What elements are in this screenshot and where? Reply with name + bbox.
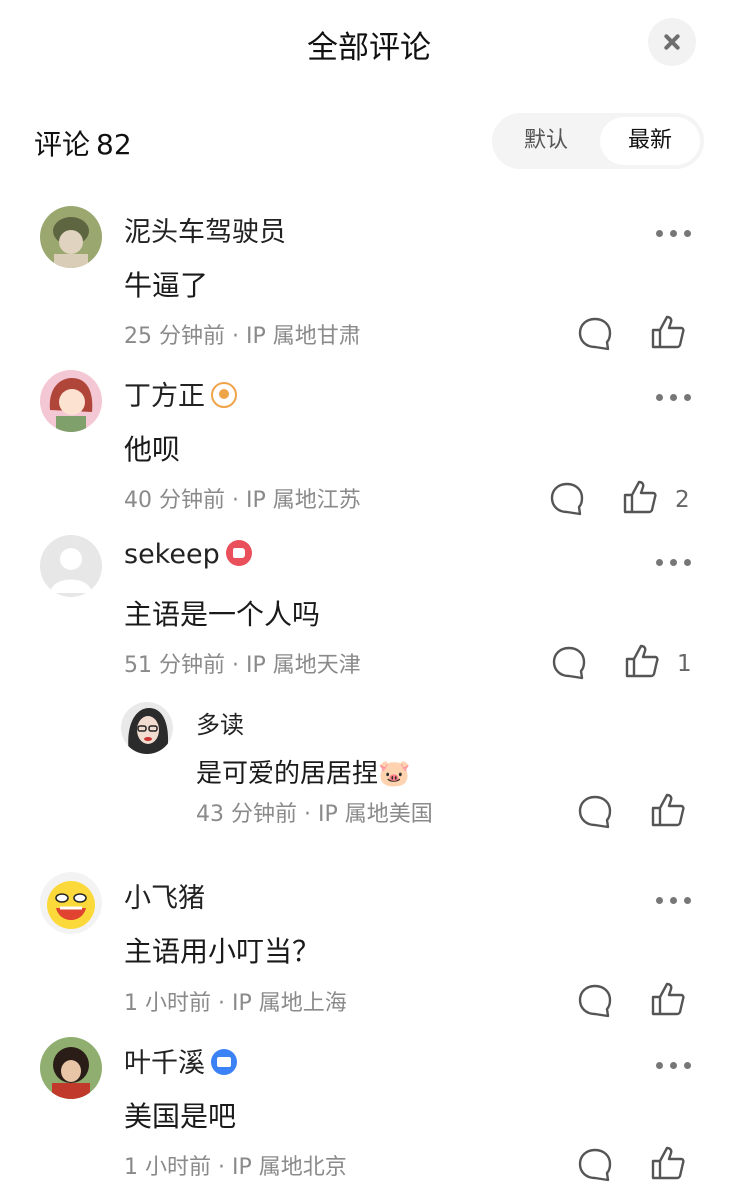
more-options-icon[interactable] [656,551,698,566]
reply-icon[interactable] [577,316,613,352]
reply-icon[interactable] [577,1147,613,1183]
comment-text: 是可爱的居居捏🐷 [196,759,411,789]
comment-meta: 1 小时前 · IP 属地北京 [124,1149,347,1181]
reply-icon[interactable] [551,645,587,681]
ip-location: IP 属地天津 [246,653,361,678]
meta-separator: · [218,1155,225,1180]
comment-text: 美国是吧 [124,1100,237,1133]
username-label: 叶千溪 [124,1048,205,1079]
username[interactable]: 多读 [196,705,244,740]
close-icon[interactable] [648,18,696,66]
sort-switch: 默认 最新 [492,113,704,169]
meta-separator: · [218,991,225,1016]
mail-badge-icon [211,1049,237,1075]
meta-separator: · [232,488,239,513]
reply-icon[interactable] [549,481,585,517]
username-label: 丁方正 [124,381,205,412]
like-icon[interactable] [622,479,658,515]
avatar[interactable] [121,702,173,754]
username[interactable]: sekeep [124,539,252,570]
more-options-icon[interactable] [656,889,698,904]
like-icon[interactable] [650,792,686,828]
comment-time: 51 分钟前 [124,653,225,678]
comment-meta: 40 分钟前 · IP 属地江苏 [124,482,361,514]
ip-location: IP 属地甘肃 [246,324,361,349]
comment-time: 25 分钟前 [124,324,225,349]
sort-default-button[interactable]: 默认 [492,113,600,169]
avatar[interactable] [40,206,102,268]
username[interactable]: 丁方正 [124,374,237,413]
like-badge-icon [225,540,252,566]
comment-text: 主语用小叮当？ [124,935,321,968]
ip-location: IP 属地江苏 [246,488,361,513]
username[interactable]: 泥头车驾驶员 [124,210,286,249]
more-options-icon[interactable] [656,222,698,237]
like-icon[interactable] [650,1145,686,1181]
ip-location: IP 属地上海 [232,991,347,1016]
like-count: 2 [675,487,690,513]
page-title: 全部评论 [307,30,431,66]
meta-separator: · [232,653,239,678]
comment-text: 牛逼了 [124,269,209,302]
sort-latest-button[interactable]: 最新 [600,117,700,165]
comment-time: 40 分钟前 [124,488,225,513]
avatar[interactable] [40,872,102,934]
meta-separator: · [232,324,239,349]
more-options-icon[interactable] [656,386,698,401]
username-label: sekeep [124,539,220,570]
avatar[interactable] [40,1037,102,1099]
comment-time: 1 小时前 [124,991,211,1016]
more-options-icon[interactable] [656,1054,698,1069]
user-badge-icon [211,382,237,408]
comment-count-value: 82 [96,128,132,161]
username[interactable]: 叶千溪 [124,1041,237,1080]
avatar[interactable] [40,370,102,432]
reply-icon[interactable] [577,983,613,1019]
comment-text: 主语是一个人吗 [124,598,321,631]
comment-meta: 1 小时前 · IP 属地上海 [124,985,347,1017]
comment-text: 他呗 [124,433,181,466]
comment-time: 43 分钟前 [196,802,297,827]
comment-count-label: 评论 [34,128,91,161]
comment-time: 1 小时前 [124,1155,211,1180]
comment-meta: 43 分钟前 · IP 属地美国 [196,796,433,828]
avatar[interactable] [40,535,102,597]
like-icon[interactable] [650,314,686,350]
meta-separator: · [304,802,311,827]
reply-icon[interactable] [577,794,613,830]
ip-location: IP 属地美国 [318,802,433,827]
like-count: 1 [677,651,692,677]
like-icon[interactable] [624,643,660,679]
comment-count: 评论 82 [34,123,138,163]
comment-meta: 25 分钟前 · IP 属地甘肃 [124,318,361,350]
ip-location: IP 属地北京 [232,1155,347,1180]
comment-meta: 51 分钟前 · IP 属地天津 [124,647,361,679]
like-icon[interactable] [650,981,686,1017]
username[interactable]: 小飞猪 [124,876,205,915]
